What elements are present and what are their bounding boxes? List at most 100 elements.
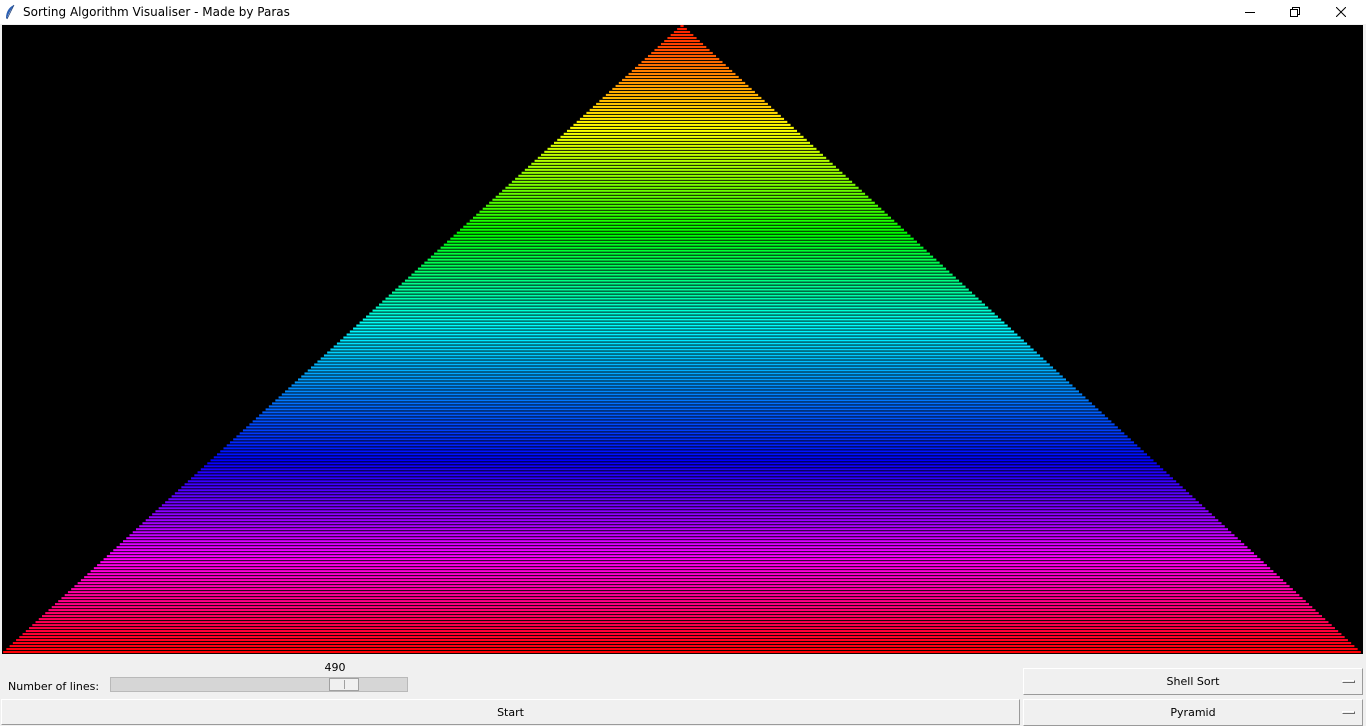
sort-line <box>644 57 720 61</box>
sort-line <box>647 54 717 58</box>
sort-line <box>622 78 742 82</box>
sort-line <box>424 261 940 264</box>
sort-line <box>505 186 859 189</box>
sort-line <box>223 447 1141 450</box>
sort-line <box>100 561 1264 564</box>
sort-line <box>77 582 1287 585</box>
sort-line <box>106 555 1258 558</box>
sort-line <box>421 264 943 267</box>
sort-line <box>142 522 1222 525</box>
sort-line <box>460 228 904 231</box>
sort-line <box>498 192 866 195</box>
sort-line <box>239 432 1125 435</box>
sort-line <box>161 504 1203 507</box>
sort-line <box>48 609 1316 612</box>
minimize-button[interactable] <box>1227 0 1273 24</box>
sort-line <box>207 462 1157 465</box>
sort-line <box>304 372 1060 375</box>
sort-line <box>631 69 733 73</box>
sort-line <box>42 615 1322 618</box>
sort-line <box>84 576 1280 579</box>
sort-line <box>265 408 1099 411</box>
sort-line <box>346 333 1018 336</box>
title-bar[interactable]: Sorting Algorithm Visualiser - Made by P… <box>0 0 1366 24</box>
sort-line <box>395 288 969 291</box>
restore-button[interactable] <box>1272 0 1318 24</box>
slider-thumb[interactable] <box>329 678 359 691</box>
shape-dropdown[interactable]: Pyramid <box>1023 699 1363 726</box>
sort-line <box>557 138 807 141</box>
sort-line <box>628 72 736 76</box>
sort-line <box>194 474 1170 477</box>
sort-line <box>353 327 1011 330</box>
sort-line <box>123 540 1241 543</box>
sort-line <box>482 207 882 210</box>
sort-line <box>174 492 1190 495</box>
sort-line <box>511 180 853 183</box>
start-button-label: Start <box>497 705 524 719</box>
sort-line <box>411 273 953 276</box>
sort-line <box>126 537 1238 540</box>
sort-line <box>677 28 687 31</box>
sort-line <box>453 234 911 237</box>
sort-line <box>456 231 908 234</box>
sort-line <box>298 378 1066 381</box>
sort-line <box>229 441 1135 444</box>
sort-line <box>472 216 892 219</box>
start-button[interactable]: Start <box>1 699 1020 725</box>
sort-line <box>139 525 1225 528</box>
algorithm-dropdown[interactable]: Shell Sort <box>1023 668 1363 695</box>
sort-line <box>589 108 775 111</box>
sort-line <box>268 405 1096 408</box>
sort-line <box>469 219 895 222</box>
sort-line <box>515 177 849 180</box>
sort-line <box>434 252 930 255</box>
sort-line <box>664 39 700 43</box>
sort-line <box>210 459 1154 462</box>
sort-line <box>242 429 1122 432</box>
sort-line <box>547 147 817 150</box>
sort-line <box>191 477 1173 480</box>
sort-line <box>103 558 1261 561</box>
sort-line <box>236 435 1128 438</box>
sort-line <box>667 36 697 40</box>
sort-line <box>152 513 1212 516</box>
close-button[interactable] <box>1318 0 1364 24</box>
sort-line <box>375 306 989 309</box>
feather-icon <box>6 4 15 20</box>
sort-line <box>356 324 1008 327</box>
sort-line <box>670 33 694 37</box>
sort-line <box>262 411 1102 414</box>
sort-line <box>563 132 801 135</box>
pyramid-lines <box>3 25 1361 654</box>
sort-line <box>132 531 1232 534</box>
sort-line <box>369 312 995 315</box>
sort-line <box>320 357 1044 360</box>
sort-line <box>541 153 823 156</box>
sort-line <box>508 183 856 186</box>
sort-line <box>379 303 985 306</box>
sort-line <box>680 25 684 28</box>
sort-line <box>534 159 830 162</box>
app-window: Sorting Algorithm Visualiser - Made by P… <box>0 0 1366 726</box>
lines-slider[interactable] <box>110 677 408 692</box>
sort-line <box>528 165 836 168</box>
sort-line <box>187 480 1177 483</box>
sort-line <box>129 534 1235 537</box>
sort-line <box>576 120 788 123</box>
sort-line <box>38 618 1326 621</box>
sort-line <box>391 291 973 294</box>
sort-line <box>372 309 992 312</box>
sort-line <box>618 81 746 85</box>
sort-line <box>113 549 1251 552</box>
sort-line <box>330 348 1034 351</box>
sort-line <box>382 300 982 303</box>
sort-line <box>110 552 1254 555</box>
sort-line <box>22 633 1342 636</box>
sort-line <box>213 456 1151 459</box>
sort-line <box>25 630 1339 633</box>
sort-line <box>259 414 1105 417</box>
sort-line <box>443 243 921 246</box>
restore-icon <box>1290 7 1300 17</box>
sort-line <box>398 285 966 288</box>
